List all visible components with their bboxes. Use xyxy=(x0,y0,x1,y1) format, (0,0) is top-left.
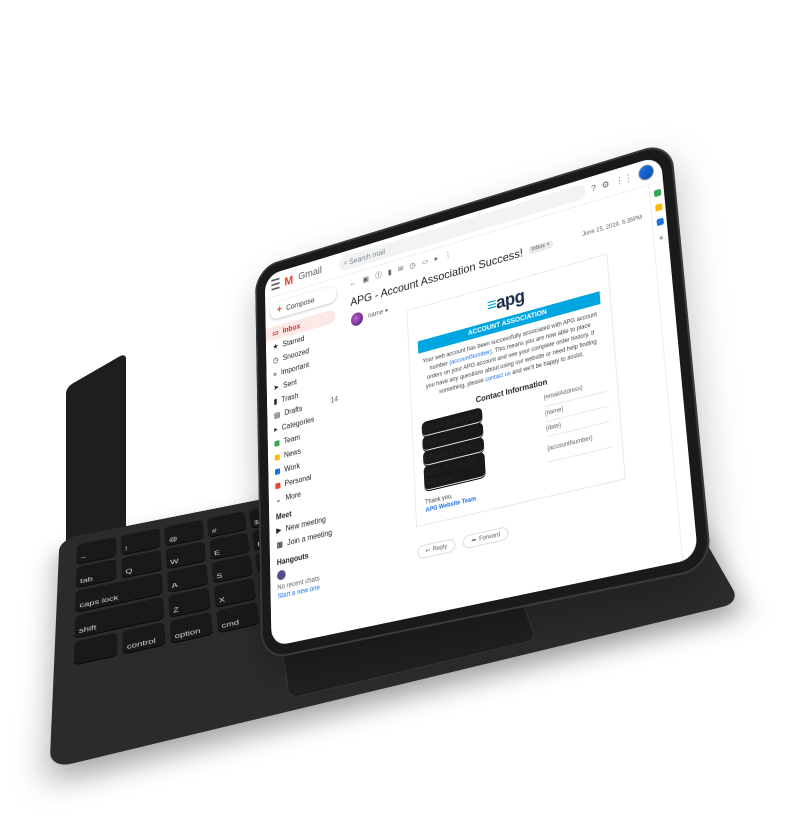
more-icon: ⋮ xyxy=(444,250,452,260)
important-icon: » xyxy=(273,369,277,378)
sidebar-item-label: Work xyxy=(284,461,300,473)
keyboard-icon: ▦ xyxy=(276,540,283,550)
gmail-logo-icon: M xyxy=(284,272,293,288)
key-option-left: option xyxy=(170,612,213,643)
back-arrow-icon: ← xyxy=(350,278,357,288)
key-control: control xyxy=(122,622,165,654)
key-cmd-left: cmd xyxy=(216,602,259,633)
trash-icon: ▮ xyxy=(388,268,392,277)
drafts-count: 14 xyxy=(330,394,338,404)
gear-icon: ⚙ xyxy=(601,178,610,191)
label-icon: ▸ xyxy=(434,254,438,263)
label-dot-icon xyxy=(275,454,280,461)
avatar xyxy=(277,569,286,581)
mail-icon: ✉ xyxy=(398,264,404,274)
reply-actions: ↩ Reply ➦ Forward xyxy=(417,526,509,560)
send-icon: ➤ xyxy=(273,383,279,393)
archive-icon: ▣ xyxy=(362,274,369,284)
menu-icon xyxy=(271,278,279,291)
chevron-down-icon: ⌄ xyxy=(276,495,282,505)
forward-button: ➦ Forward xyxy=(463,526,509,550)
inbox-label-chip: Inbox × xyxy=(528,240,553,255)
sidebar-item-label: More xyxy=(285,490,301,502)
clock-icon: ◷ xyxy=(273,355,279,365)
logo-text: apg xyxy=(496,286,525,313)
calendar-icon xyxy=(653,189,660,198)
compose-label: Compose xyxy=(286,295,314,311)
plus-icon: + xyxy=(277,304,282,316)
reply-icon: ↩ xyxy=(425,547,430,555)
clock-icon: ◷ xyxy=(409,260,415,270)
trash-icon: ▮ xyxy=(274,397,278,406)
sender-name: name ▾ xyxy=(368,307,388,320)
label-dot-icon xyxy=(275,468,280,475)
draft-icon: ▤ xyxy=(274,410,280,420)
key-globe xyxy=(74,632,118,664)
keep-icon xyxy=(655,203,663,212)
video-icon: ▶ xyxy=(276,525,281,535)
avatar xyxy=(351,311,363,327)
search-placeholder: Search mail xyxy=(349,247,385,266)
forward-icon: ➦ xyxy=(471,536,476,544)
label-icon: ▸ xyxy=(274,425,278,434)
move-icon: ▭ xyxy=(422,257,429,267)
avatar xyxy=(638,163,655,183)
gmail-brand: Gmail xyxy=(298,265,322,283)
forward-label: Forward xyxy=(479,531,500,542)
reply-label: Reply xyxy=(433,543,448,552)
add-icon: + xyxy=(658,232,664,243)
sidebar-item-label: Sent xyxy=(283,378,297,390)
inbox-icon: ▭ xyxy=(272,328,278,338)
star-icon: ★ xyxy=(273,342,279,352)
spam-icon: ⓵ xyxy=(375,270,382,282)
label-dot-icon xyxy=(274,440,279,447)
help-icon: ? xyxy=(591,182,597,194)
tablet-screen: M Gmail ⌕ Search mail ? ⚙ ⋮⋮ + Compose ▭… xyxy=(265,155,698,646)
reply-button: ↩ Reply xyxy=(417,538,456,560)
apps-icon: ⋮⋮ xyxy=(615,171,633,187)
sidebar: + Compose ▭ Inbox ★ Starred ◷ Snoozed » Impo… xyxy=(265,278,352,647)
product-photo: ~ ! @ # $ % ^ & * ( ) — + delete tab Q W… xyxy=(0,0,789,816)
label-dot-icon xyxy=(275,482,280,489)
header-actions: ? ⚙ ⋮⋮ xyxy=(591,171,633,194)
tasks-icon xyxy=(656,218,664,227)
